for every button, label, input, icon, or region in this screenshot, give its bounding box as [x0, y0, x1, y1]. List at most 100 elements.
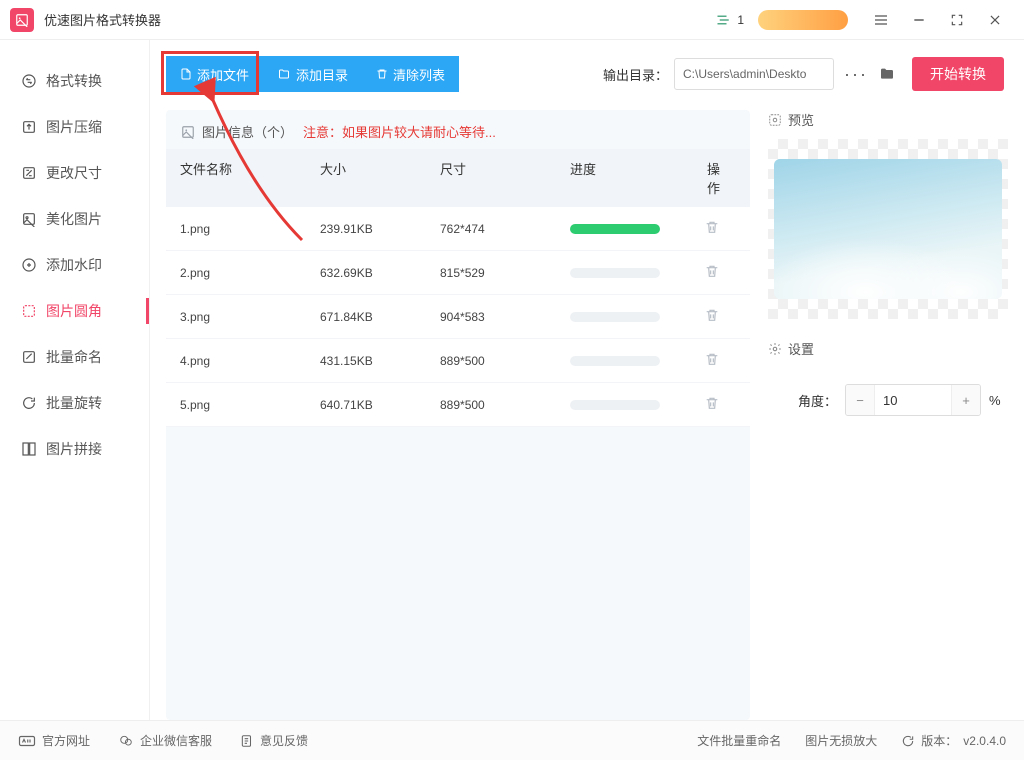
sidebar-item-watermark[interactable]: 添加水印	[0, 242, 149, 288]
table-row[interactable]: 4.png431.15KB889*500	[166, 339, 750, 383]
cell-progress	[570, 400, 700, 410]
beautify-icon	[20, 211, 38, 227]
angle-decrease-button[interactable]: −	[846, 385, 874, 415]
cell-dim: 889*500	[440, 398, 570, 412]
add-file-button[interactable]: 添加文件	[166, 56, 263, 92]
sidebar-item-label: 图片压缩	[46, 117, 102, 137]
footer-official-site[interactable]: 官方网址	[18, 732, 90, 749]
cell-dim: 889*500	[440, 354, 570, 368]
close-icon[interactable]	[984, 9, 1006, 31]
cell-name: 5.png	[180, 398, 320, 412]
sidebar-item-stitch[interactable]: 图片拼接	[0, 426, 149, 472]
col-header-dim: 尺寸	[440, 159, 570, 197]
titlebar-s-indicator[interactable]: 1	[716, 13, 744, 27]
maximize-icon[interactable]	[946, 9, 968, 31]
table-row[interactable]: 5.png640.71KB889*500	[166, 383, 750, 427]
sidebar-item-label: 更改尺寸	[46, 163, 102, 183]
wechat-icon	[118, 734, 134, 748]
warning-text: 注意：如果图片较大请耐心等待...	[303, 122, 496, 141]
sidebar-item-round-corner[interactable]: 图片圆角	[0, 288, 149, 334]
clear-list-button[interactable]: 清除列表	[362, 56, 459, 92]
watermark-icon	[20, 257, 38, 273]
sidebar-item-label: 添加水印	[46, 255, 102, 275]
cell-size: 671.84KB	[320, 310, 440, 324]
sidebar-item-label: 图片拼接	[46, 439, 102, 459]
settings-title: 设置	[768, 339, 1008, 358]
cell-size: 632.69KB	[320, 266, 440, 280]
percent-label: %	[989, 393, 1001, 408]
output-dir-label: 输出目录：	[603, 65, 668, 84]
preview-frame	[768, 139, 1008, 319]
cell-size: 431.15KB	[320, 354, 440, 368]
sidebar-item-label: 图片圆角	[46, 301, 102, 321]
col-header-prog: 进度	[570, 159, 700, 197]
angle-increase-button[interactable]: +	[952, 385, 980, 415]
titlebar-badge[interactable]	[758, 10, 848, 30]
refresh-icon	[901, 734, 915, 748]
file-icon	[180, 67, 192, 81]
sidebar-item-beautify[interactable]: 美化图片	[0, 196, 149, 242]
cell-size: 640.71KB	[320, 398, 440, 412]
col-header-op: 操作	[700, 159, 736, 197]
convert-icon	[20, 73, 38, 89]
sidebar-item-batch-rotate[interactable]: 批量旋转	[0, 380, 149, 426]
cell-name: 3.png	[180, 310, 320, 324]
output-dir-input[interactable]	[674, 58, 834, 90]
sidebar-item-label: 美化图片	[46, 209, 102, 229]
delete-row-button[interactable]	[704, 395, 720, 411]
cell-progress	[570, 224, 700, 234]
sidebar-item-label: 批量旋转	[46, 393, 102, 413]
compress-icon	[20, 119, 38, 135]
resize-icon	[20, 165, 38, 181]
feedback-icon	[240, 734, 254, 748]
footer-lossless-enlarge-link[interactable]: 图片无损放大	[805, 732, 877, 749]
sidebar-item-label: 批量命名	[46, 347, 102, 367]
start-convert-button[interactable]: 开始转换	[912, 57, 1004, 91]
delete-row-button[interactable]	[704, 351, 720, 367]
sidebar-item-format-convert[interactable]: 格式转换	[0, 58, 149, 104]
col-header-size: 大小	[320, 159, 440, 197]
browse-button[interactable]: ···	[840, 69, 872, 79]
footer-version[interactable]: 版本：v2.0.4.0	[901, 732, 1006, 749]
cell-dim: 762*474	[440, 222, 570, 236]
file-table-panel: 图片信息（个） 注意：如果图片较大请耐心等待... 文件名称 大小 尺寸 进度 …	[166, 110, 750, 720]
minimize-icon[interactable]	[908, 9, 930, 31]
table-row[interactable]: 3.png671.84KB904*583	[166, 295, 750, 339]
cell-progress	[570, 356, 700, 366]
trash-icon	[376, 67, 388, 81]
cell-name: 1.png	[180, 222, 320, 236]
app-logo	[10, 8, 34, 32]
cell-progress	[570, 268, 700, 278]
cell-progress	[570, 312, 700, 322]
delete-row-button[interactable]	[704, 307, 720, 323]
delete-row-button[interactable]	[704, 219, 720, 235]
preview-icon	[768, 113, 782, 127]
sidebar-item-label: 格式转换	[46, 71, 102, 91]
cell-name: 4.png	[180, 354, 320, 368]
image-info-header: 图片信息（个） 注意：如果图片较大请耐心等待...	[166, 110, 750, 149]
table-row[interactable]: 1.png239.91KB762*474	[166, 207, 750, 251]
cell-size: 239.91KB	[320, 222, 440, 236]
sidebar-item-compress[interactable]: 图片压缩	[0, 104, 149, 150]
preview-title: 预览	[768, 110, 1008, 129]
sidebar: 格式转换 图片压缩 更改尺寸 美化图片 添加水印 图片圆角 批量命名 批量旋转	[0, 40, 150, 720]
footer-feedback[interactable]: 意见反馈	[240, 732, 308, 749]
cell-dim: 815*529	[440, 266, 570, 280]
open-folder-icon[interactable]	[878, 66, 900, 82]
footer-wechat-support[interactable]: 企业微信客服	[118, 732, 212, 749]
folder-icon	[277, 68, 291, 80]
footer-batch-rename-link[interactable]: 文件批量重命名	[697, 732, 781, 749]
menu-icon[interactable]	[870, 9, 892, 31]
cell-name: 2.png	[180, 266, 320, 280]
table-row[interactable]: 2.png632.69KB815*529	[166, 251, 750, 295]
site-icon	[18, 735, 36, 747]
delete-row-button[interactable]	[704, 263, 720, 279]
col-header-name: 文件名称	[180, 159, 320, 197]
sidebar-item-batch-rename[interactable]: 批量命名	[0, 334, 149, 380]
sidebar-item-resize[interactable]: 更改尺寸	[0, 150, 149, 196]
title-bar: 优速图片格式转换器 1	[0, 0, 1024, 40]
rotate-icon	[20, 395, 38, 411]
add-dir-button[interactable]: 添加目录	[263, 56, 362, 92]
preview-image	[774, 159, 1002, 299]
angle-input[interactable]	[874, 385, 952, 415]
